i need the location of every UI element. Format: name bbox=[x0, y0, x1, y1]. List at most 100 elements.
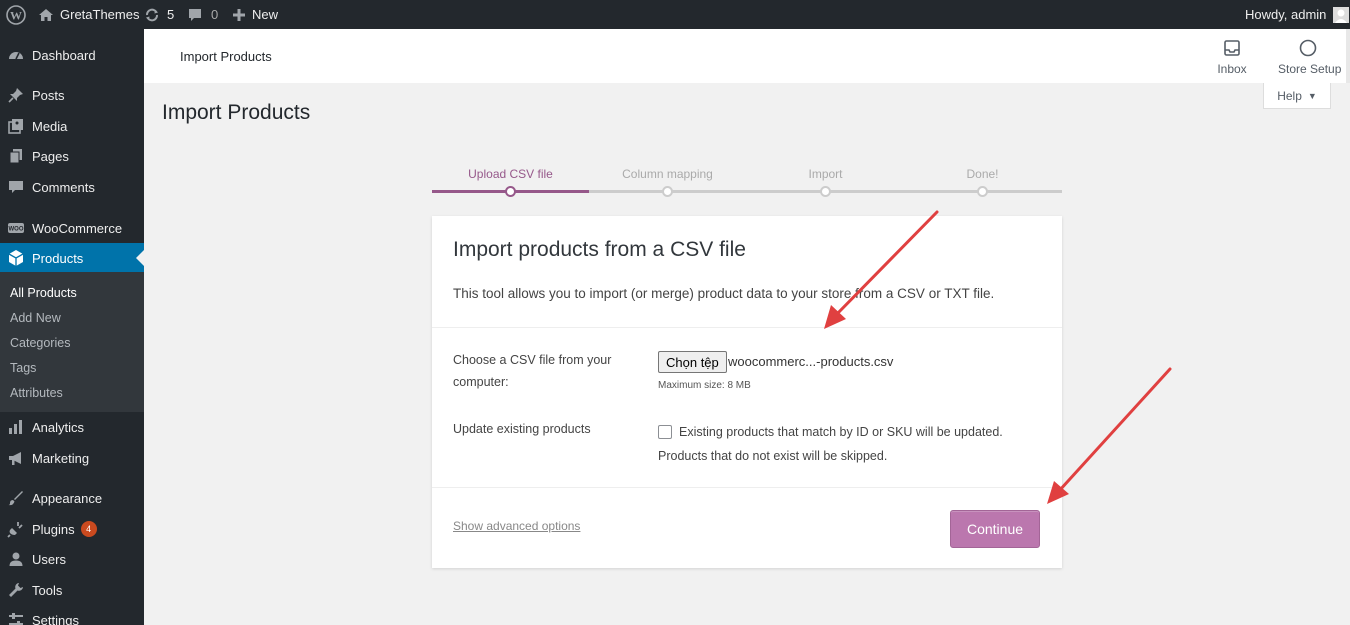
header-title: Import Products bbox=[180, 49, 272, 64]
menu-woocommerce[interactable]: WOO WooCommerce bbox=[0, 213, 144, 243]
woocommerce-header: Import Products Inbox Store Setup bbox=[144, 29, 1350, 83]
pin-icon bbox=[6, 85, 26, 105]
menu-analytics[interactable]: Analytics bbox=[0, 412, 144, 442]
step-upload-dot bbox=[505, 186, 516, 197]
menu-products[interactable]: Products bbox=[0, 243, 144, 273]
avatar bbox=[1333, 6, 1350, 23]
continue-button[interactable]: Continue bbox=[950, 510, 1040, 548]
media-icon bbox=[6, 116, 26, 136]
menu-label: Appearance bbox=[32, 490, 103, 506]
menu-label: Pages bbox=[32, 148, 69, 164]
submenu-tags[interactable]: Tags bbox=[10, 361, 36, 375]
step-mapping-label: Column mapping bbox=[622, 167, 713, 181]
home-icon bbox=[38, 7, 54, 23]
menu-label: Posts bbox=[32, 87, 65, 103]
page-title: Import Products bbox=[162, 101, 311, 124]
admin-bar: W GretaThemes 5 0 New Howdy, admin bbox=[0, 0, 1350, 29]
comment-icon bbox=[6, 177, 26, 197]
menu-users[interactable]: Users bbox=[0, 544, 144, 574]
menu-label: Users bbox=[32, 551, 66, 567]
file-field-label: Choose a CSV file from your computer: bbox=[453, 353, 612, 389]
menu-label: Tools bbox=[32, 582, 63, 598]
caret-down-icon: ▼ bbox=[1307, 90, 1317, 101]
show-advanced-options-link[interactable]: Show advanced options bbox=[453, 519, 580, 533]
store-setup-label: Store Setup bbox=[1278, 62, 1342, 76]
menu-tools[interactable]: Tools bbox=[0, 575, 144, 605]
my-account-link[interactable]: Howdy, admin bbox=[1245, 0, 1350, 29]
comments-link[interactable]: 0 bbox=[187, 0, 218, 29]
step-mapping-dot bbox=[662, 186, 673, 197]
menu-media[interactable]: Media bbox=[0, 111, 144, 141]
inbox-label: Inbox bbox=[1217, 62, 1247, 76]
menu-label: Settings bbox=[32, 612, 79, 625]
choose-file-label: Chọn tệp bbox=[666, 354, 719, 370]
megaphone-icon bbox=[6, 448, 26, 468]
import-card: Import products from a CSV file This too… bbox=[432, 216, 1062, 568]
menu-posts[interactable]: Posts bbox=[0, 80, 144, 110]
comments-count: 0 bbox=[211, 7, 219, 22]
comment-bubble-icon bbox=[187, 7, 203, 23]
step-done-dot bbox=[977, 186, 988, 197]
pages-icon bbox=[6, 146, 26, 166]
settings-icon bbox=[6, 610, 26, 625]
updates-link[interactable]: 5 bbox=[144, 0, 174, 29]
help-label: Help bbox=[1277, 88, 1302, 103]
menu-label: Marketing bbox=[32, 450, 90, 466]
update-existing-checkbox[interactable] bbox=[658, 425, 672, 439]
import-stepper: Upload CSV file Column mapping Import Do… bbox=[432, 160, 1062, 200]
menu-label: Dashboard bbox=[32, 47, 96, 63]
plugins-update-badge: 4 bbox=[80, 521, 97, 537]
submenu-categories[interactable]: Categories bbox=[10, 336, 70, 350]
menu-pages[interactable]: Pages bbox=[0, 141, 144, 171]
new-content-link[interactable]: New bbox=[232, 0, 278, 29]
annotation-arrow-continue bbox=[1047, 367, 1172, 504]
step-upload-label: Upload CSV file bbox=[468, 167, 553, 181]
wordpress-logo-icon[interactable]: W bbox=[6, 0, 26, 29]
inbox-button[interactable]: Inbox bbox=[1202, 37, 1262, 76]
menu-marketing[interactable]: Marketing bbox=[0, 443, 144, 473]
menu-settings[interactable]: Settings bbox=[0, 605, 144, 625]
menu-label: Media bbox=[32, 118, 68, 134]
site-name-link[interactable]: GretaThemes bbox=[38, 0, 139, 29]
divider-bottom bbox=[432, 487, 1062, 488]
update-description: Existing products that match by ID or SK… bbox=[658, 425, 1003, 463]
menu-comments[interactable]: Comments bbox=[0, 172, 144, 202]
continue-label: Continue bbox=[966, 521, 1024, 537]
card-heading: Import products from a CSV file bbox=[453, 238, 746, 261]
menu-plugins[interactable]: Plugins 4 bbox=[0, 514, 144, 544]
howdy-text: Howdy, admin bbox=[1245, 7, 1327, 22]
submenu-add-new[interactable]: Add New bbox=[10, 311, 61, 325]
submenu-attributes[interactable]: Attributes bbox=[10, 386, 63, 400]
update-field-label: Update existing products bbox=[453, 422, 591, 436]
products-submenu: All Products Add New Categories Tags Att… bbox=[0, 272, 144, 412]
help-tab-button[interactable]: Help ▼ bbox=[1263, 83, 1331, 109]
card-description: This tool allows you to import (or merge… bbox=[453, 286, 995, 301]
new-label: New bbox=[252, 7, 279, 22]
menu-label: Analytics bbox=[32, 419, 85, 435]
store-setup-button[interactable]: Store Setup bbox=[1278, 37, 1342, 76]
wrench-icon bbox=[6, 580, 26, 600]
menu-label: Products bbox=[32, 250, 84, 266]
choose-file-button[interactable]: Chọn tệp bbox=[658, 351, 727, 373]
plus-icon bbox=[232, 8, 246, 22]
woo-icon: WOO bbox=[6, 218, 26, 238]
svg-text:WOO: WOO bbox=[9, 227, 24, 233]
menu-dashboard[interactable]: Dashboard bbox=[0, 40, 144, 70]
divider-top bbox=[432, 327, 1062, 328]
menu-label: Comments bbox=[32, 179, 95, 195]
site-name: GretaThemes bbox=[60, 7, 140, 22]
updates-icon bbox=[144, 7, 160, 23]
step-import-label: Import bbox=[808, 167, 843, 181]
svg-text:W: W bbox=[10, 8, 22, 22]
dashboard-icon bbox=[6, 45, 26, 65]
menu-label: Plugins bbox=[32, 521, 75, 537]
menu-appearance[interactable]: Appearance bbox=[0, 483, 144, 513]
box-icon bbox=[6, 248, 26, 268]
inbox-icon bbox=[1202, 37, 1262, 59]
bar-chart-icon bbox=[6, 417, 26, 437]
submenu-all-products[interactable]: All Products bbox=[10, 286, 77, 300]
menu-label: WooCommerce bbox=[32, 220, 123, 236]
step-done-label: Done! bbox=[966, 167, 999, 181]
user-icon bbox=[6, 549, 26, 569]
admin-sidebar: Dashboard Posts Media Pages Comments WOO… bbox=[0, 29, 144, 625]
